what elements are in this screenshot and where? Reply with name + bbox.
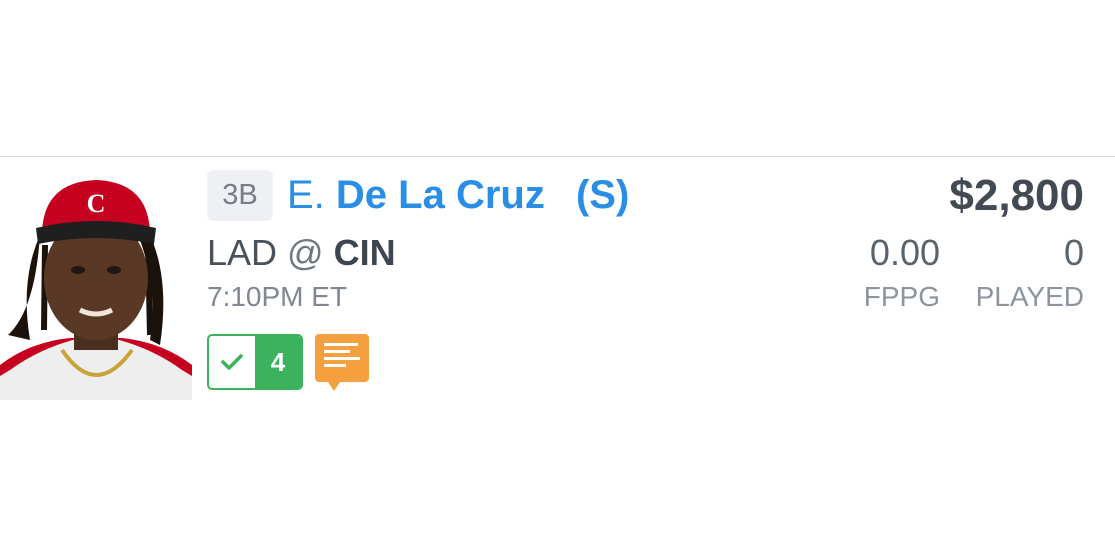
check-icon	[209, 336, 255, 388]
player-news-button[interactable]	[315, 334, 369, 391]
svg-text:C: C	[87, 189, 106, 218]
home-team: CIN	[333, 232, 396, 273]
fppg-label: FPPG	[863, 281, 940, 312]
played-label: PLAYED	[975, 281, 1084, 312]
fppg-value: 0.00	[869, 232, 940, 273]
news-notes-icon	[324, 343, 360, 367]
player-salary: $2,800	[949, 171, 1084, 220]
position-badge: 3B	[207, 170, 273, 221]
at-symbol: @	[287, 232, 324, 273]
game-time: 7:10PM ET	[207, 281, 348, 312]
played-value: 0	[1063, 232, 1084, 273]
notes-tail	[328, 382, 340, 391]
top-divider	[0, 156, 1115, 157]
player-name[interactable]: E. De La Cruz (S)	[287, 170, 629, 221]
player-batting-hand: (S)	[575, 173, 630, 217]
batting-order-count: 4	[255, 336, 301, 388]
player-first-initial: E.	[287, 173, 325, 217]
away-team: LAD	[207, 232, 278, 273]
lineup-confirmed-badge[interactable]: 4	[207, 334, 303, 390]
player-headshot-icon: C	[0, 180, 192, 400]
player-avatar[interactable]: C	[0, 170, 192, 400]
player-last-name: De La Cruz	[335, 173, 545, 217]
game-matchup: LAD @ CIN	[207, 232, 396, 274]
